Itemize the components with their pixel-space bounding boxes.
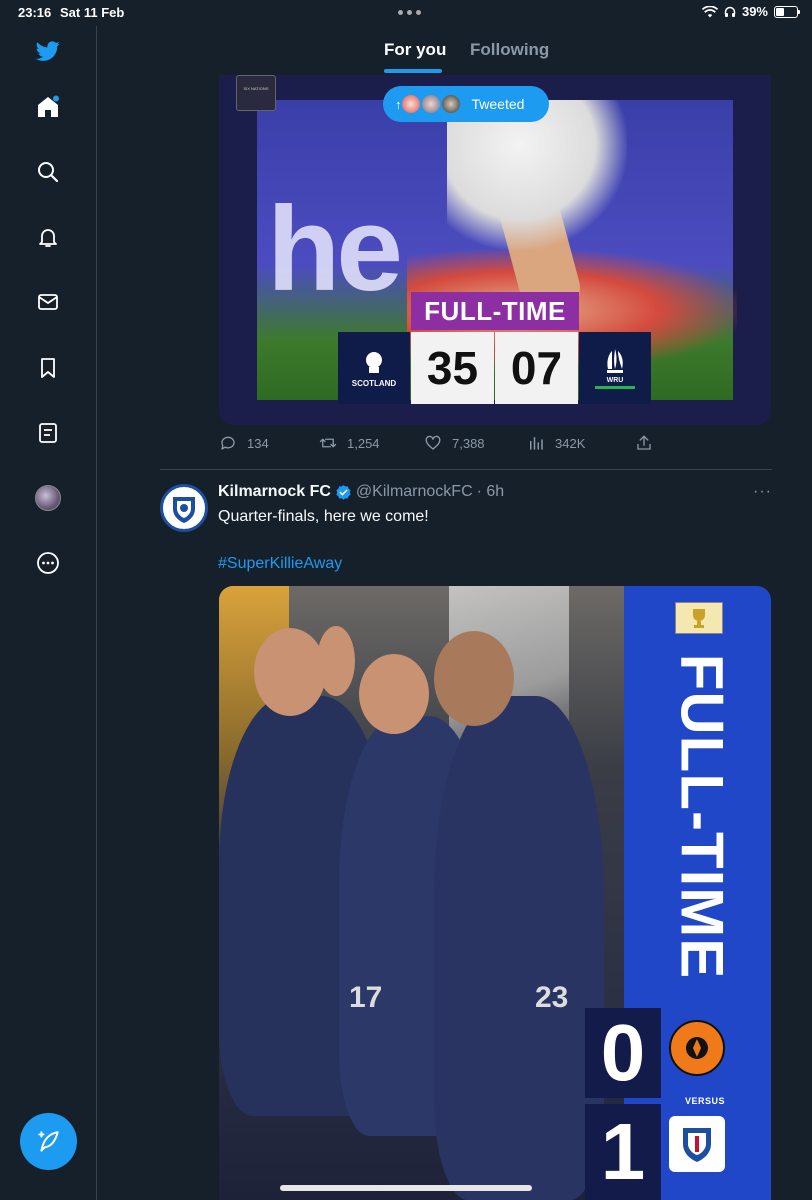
tweeted-label: Tweeted <box>471 96 525 112</box>
analytics-icon <box>530 437 543 450</box>
feathers-icon <box>607 349 623 373</box>
status-bar: 23:16 Sat 11 Feb 39% <box>0 0 812 26</box>
away-score: 07 <box>495 332 578 404</box>
timeline-tabs: For you Following <box>97 26 812 74</box>
share-button[interactable] <box>635 434 653 452</box>
dundee-united-crest <box>669 1020 725 1076</box>
thistle-icon <box>366 351 382 373</box>
wales-crest: WRU <box>579 332 651 404</box>
wifi-icon <box>701 5 718 17</box>
lists-icon[interactable] <box>33 418 63 448</box>
jersey-number: 17 <box>349 981 383 1014</box>
home-icon[interactable] <box>33 92 63 122</box>
author-handle[interactable]: @KilmarnockFC <box>356 483 473 501</box>
sidebar-nav <box>0 26 97 1200</box>
kilmarnock-crest-icon <box>173 497 195 523</box>
tweet-media-football[interactable]: 17 23 FULL-TIME 0 1 VERSUS <box>219 586 771 1200</box>
status-time: 23:16 <box>18 5 52 20</box>
views-button[interactable]: 342K <box>527 434 585 452</box>
player <box>434 696 604 1200</box>
tweet-timestamp[interactable]: · 6h <box>477 483 505 501</box>
profile-avatar[interactable] <box>33 483 63 513</box>
more-icon[interactable] <box>33 548 63 578</box>
tab-following[interactable]: Following <box>470 40 549 60</box>
battery-percent: 39% <box>741 4 768 19</box>
scottish-cup-icon <box>675 602 723 634</box>
notifications-icon[interactable] <box>33 222 63 252</box>
home-score: 35 <box>411 332 494 404</box>
home-indicator[interactable] <box>280 1185 532 1191</box>
avatar <box>419 93 442 115</box>
multitasking-dots[interactable] <box>398 10 421 15</box>
headphones-icon <box>724 6 736 17</box>
new-tweets-pill[interactable]: ↑ Tweeted <box>383 86 549 122</box>
six-nations-logo: SIX NATIONS <box>236 75 276 111</box>
tweet-header: Kilmarnock FC @KilmarnockFC · 6h <box>218 483 504 501</box>
battery-icon <box>774 5 800 18</box>
home-score: 0 <box>585 1008 661 1098</box>
tweet-text: Quarter-finals, here we come! <box>218 508 429 525</box>
reply-button[interactable]: 134 <box>219 434 269 452</box>
kilmarnock-crest <box>669 1116 725 1172</box>
twitter-logo-icon[interactable] <box>33 36 63 66</box>
messages-icon[interactable] <box>33 287 63 317</box>
stadium-wordmark: he <box>267 182 403 316</box>
status-indicators: 39% <box>701 4 800 19</box>
full-time-banner: FULL-TIME <box>411 292 579 330</box>
bookmarks-icon[interactable] <box>33 353 63 383</box>
player-jumping <box>447 100 627 250</box>
hashtag-link[interactable]: #SuperKillieAway <box>218 555 342 573</box>
verified-badge-icon <box>336 484 351 500</box>
full-time-vertical: FULL-TIME <box>668 653 736 979</box>
avatar <box>439 93 462 115</box>
active-tab-indicator <box>384 69 442 73</box>
retweet-icon <box>319 438 337 448</box>
more-options-icon[interactable]: ··· <box>753 483 772 501</box>
share-icon <box>637 435 651 450</box>
reply-icon <box>221 436 235 450</box>
kilmarnock-avatar[interactable] <box>160 484 208 532</box>
tab-for-you[interactable]: For you <box>384 40 446 60</box>
tweet-divider <box>160 469 772 470</box>
tweet-actions: 134 1,254 7,388 342K <box>219 432 771 456</box>
versus-label: VERSUS <box>685 1096 726 1106</box>
author-name[interactable]: Kilmarnock FC <box>218 483 331 501</box>
status-date: Sat 11 Feb <box>60 5 125 20</box>
compose-tweet-button[interactable] <box>20 1113 77 1170</box>
like-button[interactable]: 7,388 <box>424 434 485 452</box>
heart-icon <box>425 435 441 450</box>
celebration-photo: 17 23 <box>219 586 624 1200</box>
scotland-crest: SCOTLAND <box>338 332 410 404</box>
away-score: 1 <box>585 1104 661 1200</box>
retweet-button[interactable]: 1,254 <box>319 434 380 452</box>
compose-tweet-icon <box>37 1130 59 1152</box>
avatar <box>399 93 422 115</box>
search-icon[interactable] <box>33 157 63 187</box>
jersey-number: 23 <box>535 981 569 1014</box>
